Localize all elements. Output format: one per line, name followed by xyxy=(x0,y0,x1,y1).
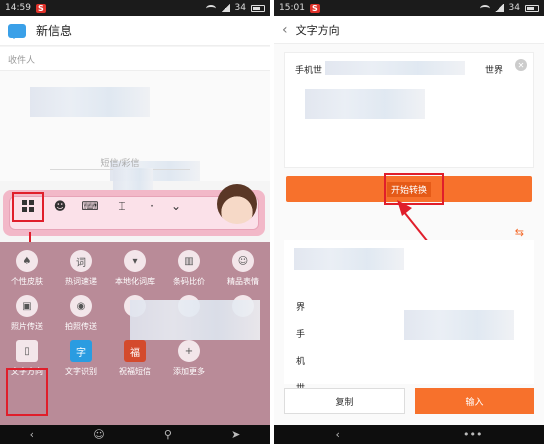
battery-level: 34 xyxy=(508,3,520,13)
vertical-text: 界手机世 xyxy=(296,300,305,394)
tool-item-label: 精品表情 xyxy=(227,277,259,286)
tool-item[interactable]: ☺ 精品表情 xyxy=(216,250,270,287)
insert-button[interactable]: 输入 xyxy=(415,388,534,414)
blurred-region xyxy=(404,310,514,340)
right-phone-screen: 15:01 S 34 ‹ 文字方向 手机世 世界 ✕ 开始转换 ⇆ 界 手 机 … xyxy=(274,0,544,444)
tool-item-label: 个性皮肤 xyxy=(11,277,43,286)
back-icon[interactable]: ‹ xyxy=(30,428,34,441)
add-more-icon: + xyxy=(178,340,200,362)
keyboard-icon: ⌨ xyxy=(81,199,99,213)
ocr-icon: 字 xyxy=(70,340,92,362)
battery-level: 34 xyxy=(234,3,246,13)
more-icon[interactable]: ••• xyxy=(463,428,482,441)
cursor-icon: ⌶ xyxy=(118,198,126,213)
camera-icon: ◉ xyxy=(70,295,92,317)
emoji-icon[interactable]: ☺ xyxy=(93,428,104,441)
status-bar: 15:01 S 34 xyxy=(274,0,544,16)
photo-icon: ▣ xyxy=(16,295,38,317)
tool-item[interactable]: ▥ 条码比价 xyxy=(162,250,216,287)
wifi-icon xyxy=(205,4,216,12)
tool-item-label: 添加更多 xyxy=(173,367,205,376)
tool-item-label: 拍照传送 xyxy=(65,322,97,331)
tool-item-label: 文字识别 xyxy=(65,367,97,376)
tool-item[interactable]: ◉ 拍照传送 xyxy=(54,295,108,332)
emoji-store-icon: ☺ xyxy=(232,250,254,272)
status-time: 14:59 xyxy=(5,3,31,13)
page-title: 文字方向 xyxy=(295,23,340,37)
input-text-end: 世界 xyxy=(484,66,503,76)
tool-item[interactable]: ♠ 个性皮肤 xyxy=(0,250,54,287)
recipient-field[interactable]: 收件人 xyxy=(0,47,270,71)
send-icon[interactable]: ➤ xyxy=(231,428,240,441)
status-bar: 14:59 S 34 xyxy=(0,0,270,16)
collapse-button[interactable]: ⌄ xyxy=(167,197,185,215)
output-char: 界 xyxy=(296,303,306,313)
tool-item-label: 祝福短信 xyxy=(119,367,151,376)
signal-icon xyxy=(494,4,504,12)
notification-badge: S xyxy=(35,3,46,13)
tools-panel: ♠ 个性皮肤词热词速递 ▾ 本地化词库 ▥ 条码比价 ☺ 精品表情 ▣ 照片传送 ◉ 拍照传送 ▯ 文字方… xyxy=(0,242,270,425)
tool-item-label: 热词速递 xyxy=(65,277,97,286)
blurred-region xyxy=(305,89,425,119)
back-icon[interactable]: ‹ xyxy=(282,22,288,38)
cursor-button[interactable]: ⌶ xyxy=(113,197,131,215)
status-time: 15:01 xyxy=(279,3,305,13)
barcode-icon: ▥ xyxy=(178,250,200,272)
sms-input[interactable]: 短信/彩信 xyxy=(50,150,190,170)
tool-item-label: 本地化词库 xyxy=(115,277,155,286)
swap-direction-icon[interactable]: ⇆ xyxy=(515,226,524,239)
text-direction-header: ‹ 文字方向 xyxy=(274,16,544,44)
pointer-icon: · xyxy=(150,199,154,213)
tool-item[interactable]: + 添加更多 xyxy=(162,340,216,377)
highlight-box xyxy=(6,368,48,416)
input-text-card[interactable]: 手机世 世界 ✕ xyxy=(284,52,534,168)
wifi-icon xyxy=(479,4,490,12)
keyboard-toolbar: ☻ ⌨ ⌶ · ⌄ xyxy=(3,168,265,236)
output-char: 机 xyxy=(296,357,306,367)
battery-icon xyxy=(251,4,265,12)
tool-item[interactable]: ▣ 照片传送 xyxy=(0,295,54,332)
signal-icon xyxy=(220,4,230,12)
output-text-area: 界手机世 xyxy=(284,240,534,394)
highlight-box xyxy=(12,192,44,222)
page-title: 新信息 xyxy=(36,24,73,38)
input-text-start: 手机世 xyxy=(295,66,323,76)
shirt-icon: ♠ xyxy=(16,250,38,272)
message-header: 新信息 xyxy=(0,16,270,46)
keyboard-button[interactable]: ⌨ xyxy=(81,197,99,215)
nav-bar: ‹ ••• xyxy=(274,425,544,444)
text-direction-icon: ▯ xyxy=(16,340,38,362)
blurred-region xyxy=(130,300,260,340)
blurred-region xyxy=(325,61,465,75)
blurred-region xyxy=(294,248,404,270)
chat-icon xyxy=(8,23,26,39)
screenshot-pair: 14:59 S 34 新信息 收件人 短信/彩信 ☻ ⌨ ⌶ · ⌄ ♠ 个性皮… xyxy=(0,0,544,444)
attachment-icon[interactable]: ⚲ xyxy=(164,428,172,441)
nav-bar: ‹ ☺ ⚲ ➤ xyxy=(0,425,270,444)
action-bar: 复制 输入 xyxy=(284,388,534,414)
chevron-down-icon: ⌄ xyxy=(170,199,182,213)
emoji-icon: ☻ xyxy=(53,199,67,213)
hotword-icon: 词 xyxy=(70,250,92,272)
battery-icon xyxy=(525,4,539,12)
blurred-region xyxy=(30,87,150,117)
blessing-sms-icon: 福 xyxy=(124,340,146,362)
mascot-avatar xyxy=(217,184,257,224)
tool-item-label: 条码比价 xyxy=(173,277,205,286)
dictionary-icon: ▾ xyxy=(124,250,146,272)
tool-item[interactable]: 字文字识别 xyxy=(54,340,108,377)
tool-item[interactable]: 词热词速递 xyxy=(54,250,108,287)
notification-badge: S xyxy=(309,3,320,13)
output-char: 手 xyxy=(296,330,306,340)
tool-item-label: 照片传送 xyxy=(11,322,43,331)
tool-item[interactable]: ▾ 本地化词库 xyxy=(108,250,162,287)
blurred-region xyxy=(113,168,153,190)
copy-button[interactable]: 复制 xyxy=(284,388,405,414)
clear-icon[interactable]: ✕ xyxy=(515,59,527,71)
emoji-button[interactable]: ☻ xyxy=(51,197,69,215)
tool-item[interactable]: 福祝福短信 xyxy=(108,340,162,377)
pointer-button[interactable]: · xyxy=(143,197,161,215)
back-icon[interactable]: ‹ xyxy=(336,428,340,441)
left-phone-screen: 14:59 S 34 新信息 收件人 短信/彩信 ☻ ⌨ ⌶ · ⌄ ♠ 个性皮… xyxy=(0,0,270,444)
